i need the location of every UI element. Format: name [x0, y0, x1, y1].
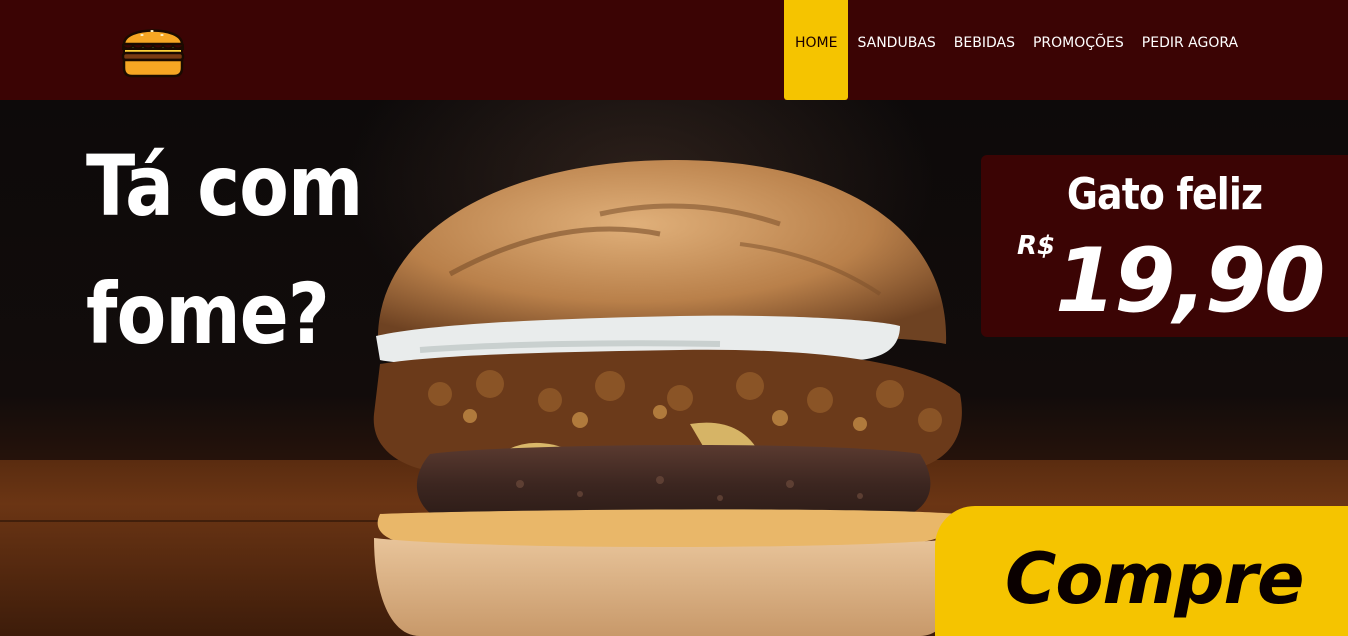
buy-button[interactable]: Compre — [935, 506, 1348, 636]
headline-line-1: Tá com — [86, 137, 363, 235]
promo-price: 19,90 — [1055, 229, 1325, 332]
burger-photo — [373, 160, 964, 636]
promo-card: Gato feliz R$ 19,90 — [981, 155, 1348, 337]
main-nav: HOME SANDUBAS BEBIDAS PROMOÇÕES PEDIR AG… — [784, 0, 1247, 100]
buy-button-label: Compre — [1005, 538, 1305, 620]
burger-logo-icon[interactable] — [118, 16, 188, 80]
nav-item-pedir-agora[interactable]: PEDIR AGORA — [1133, 0, 1247, 86]
nav-item-home[interactable]: HOME — [784, 0, 849, 100]
hero-banner: Tá com fome? Gato feliz R$ 19,90 Compre — [0, 100, 1348, 636]
promo-product-name: Gato feliz — [1066, 169, 1263, 220]
promo-currency: R$ — [1017, 231, 1056, 261]
nav-item-promocoes[interactable]: PROMOÇÕES — [1024, 0, 1133, 86]
nav-item-sandubas[interactable]: SANDUBAS — [848, 0, 944, 86]
hero-headline: Tá com fome? — [86, 122, 363, 378]
nav-item-bebidas[interactable]: BEBIDAS — [945, 0, 1024, 86]
headline-line-2: fome? — [86, 265, 330, 363]
top-header: HOME SANDUBAS BEBIDAS PROMOÇÕES PEDIR AG… — [0, 0, 1348, 100]
